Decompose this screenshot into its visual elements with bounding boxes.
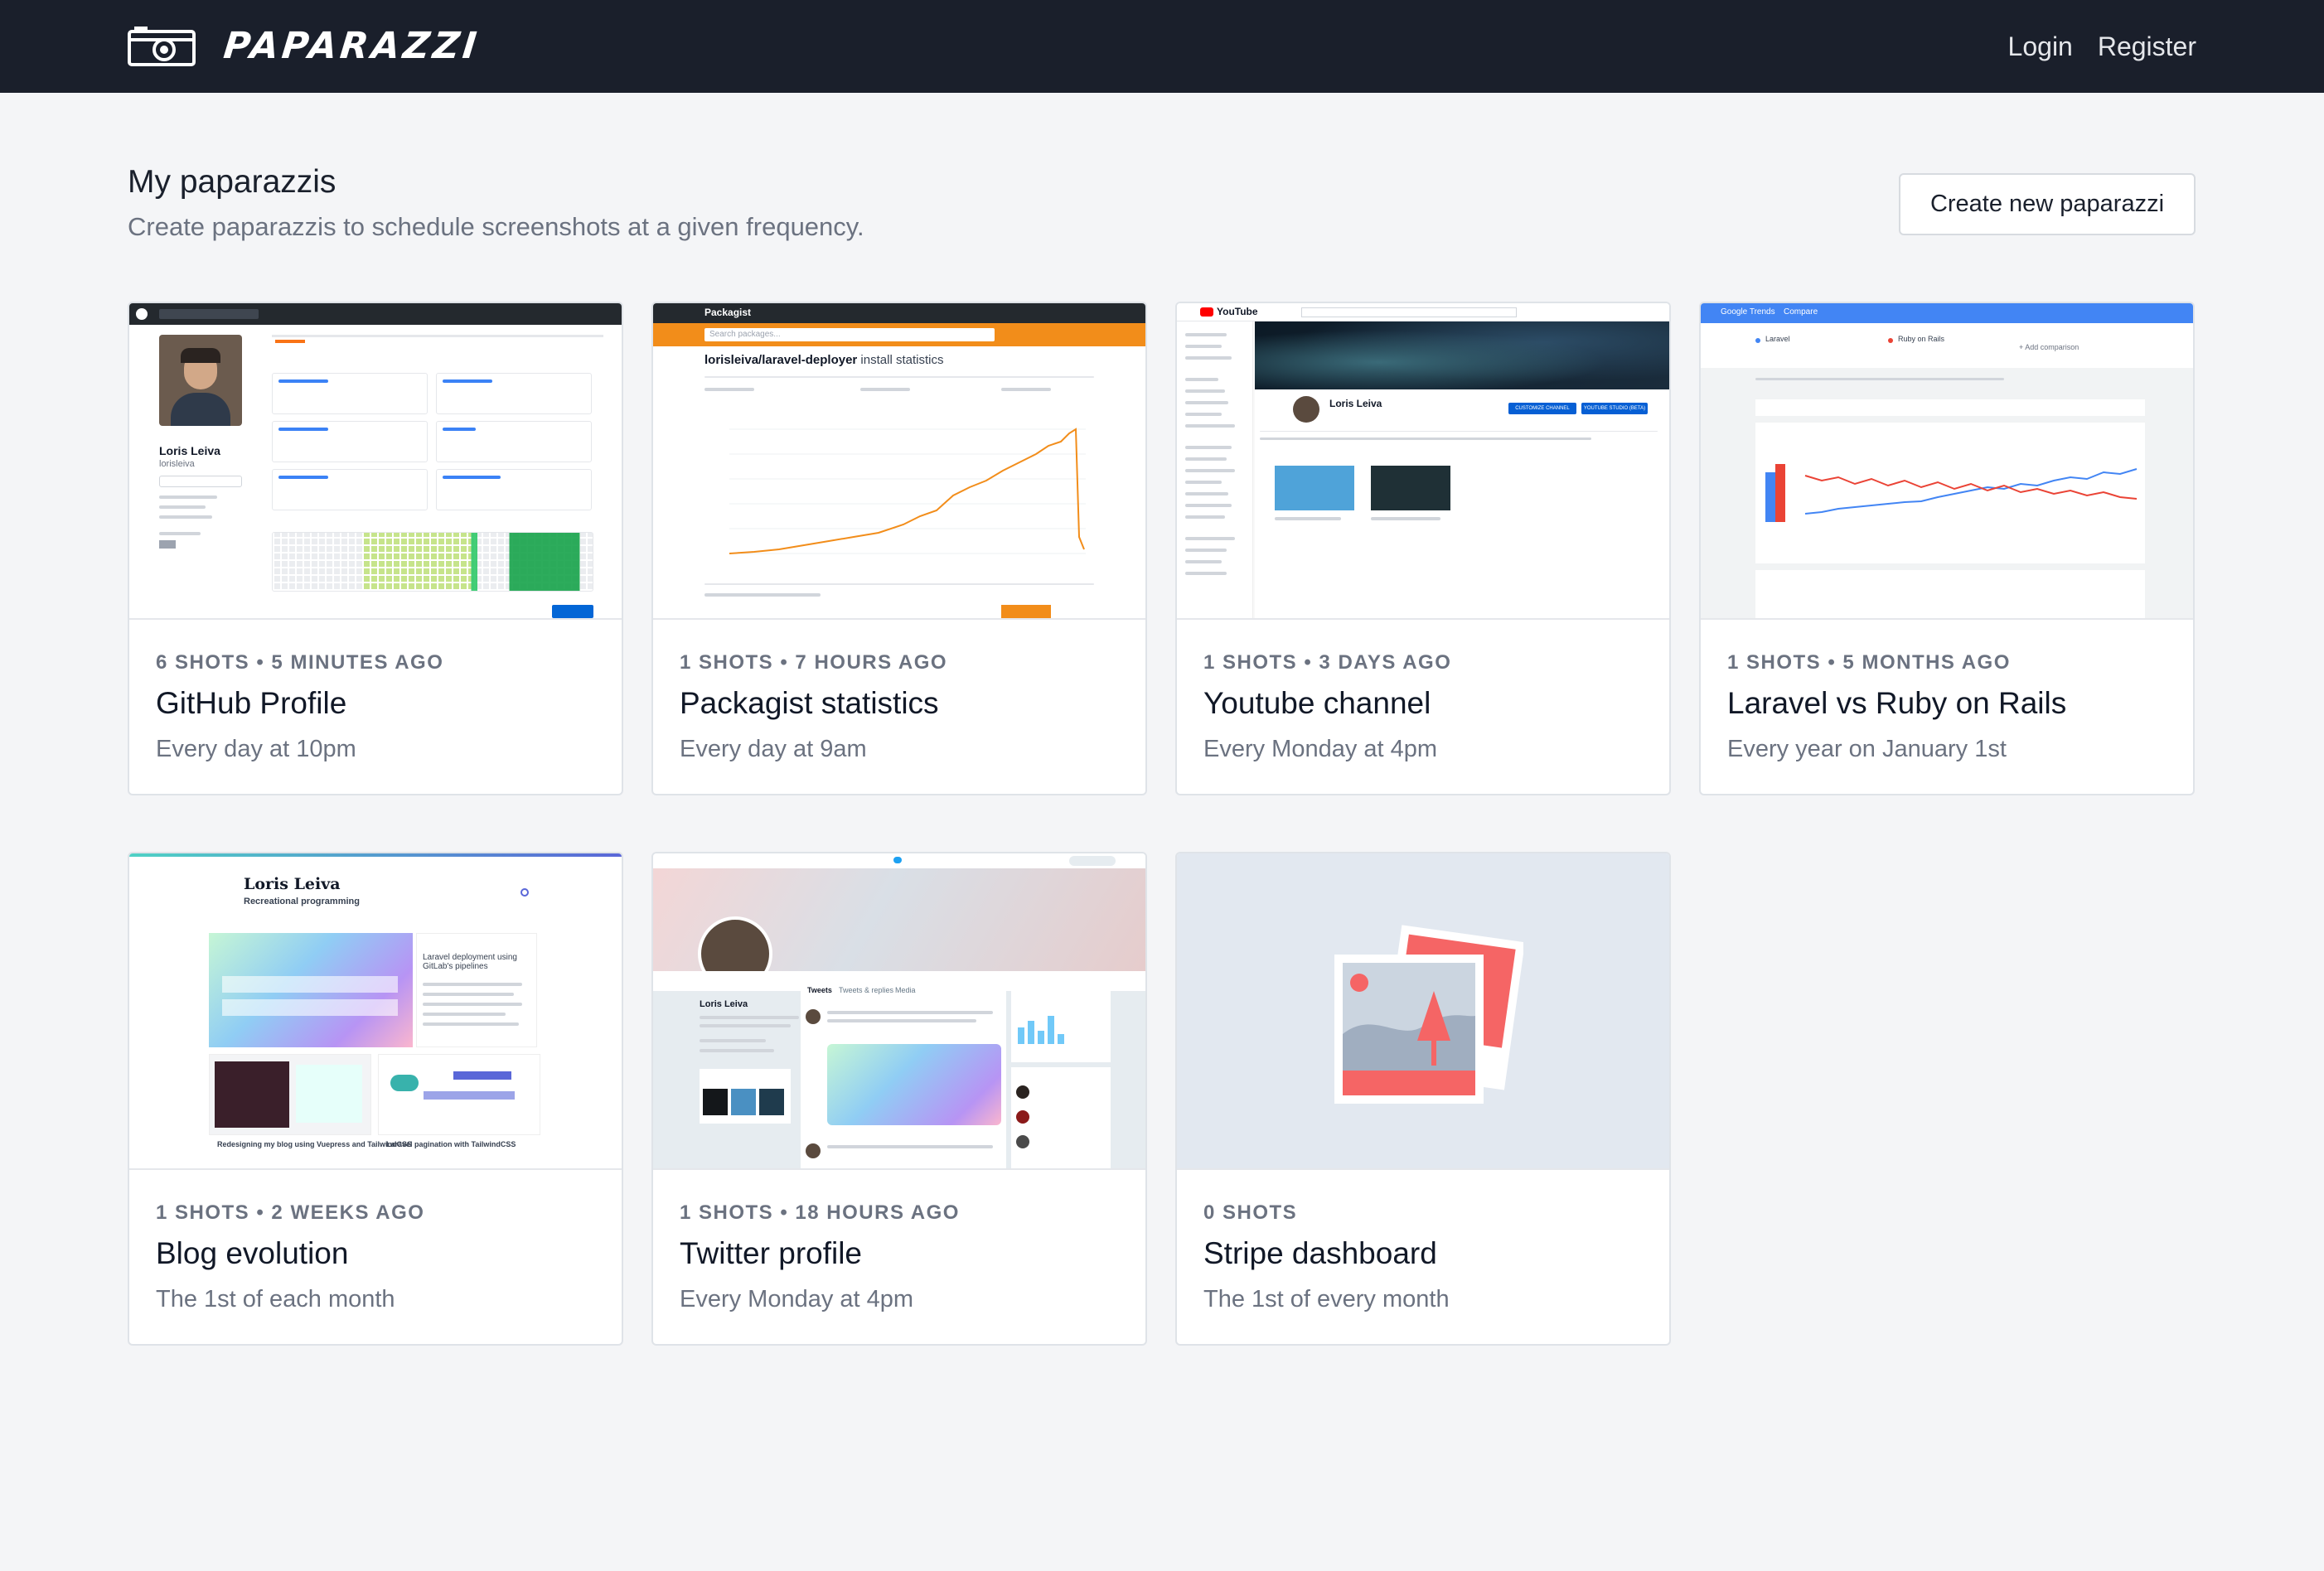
card-meta: 6 SHOTS • 5 MINUTES AGO [156,651,444,674]
trends-chart [1765,464,2138,522]
auth-nav: Login Register [2008,25,2196,68]
card-frequency: The 1st of each month [156,1286,395,1312]
app-logo[interactable]: PAPARAZZI [128,24,482,67]
page-title: My paparazzis [128,164,336,200]
card-title: Youtube channel [1203,686,1431,720]
card-thumbnail: Packagist Search packages... lorisleiva/… [653,303,1145,620]
avatar [159,335,242,426]
card-frequency: Every day at 9am [680,736,867,762]
paparazzi-card-youtube[interactable]: YouTube Loris Leiva CUSTOMIZE CHANNEL YO… [1175,302,1671,795]
create-paparazzi-button[interactable]: Create new paparazzi [1899,173,2196,235]
install-chart [729,428,1086,554]
card-title: Packagist statistics [680,686,939,720]
paparazzi-card-twitter[interactable]: Loris Leiva Tweets Tweets & replies Medi… [651,852,1147,1346]
card-meta: 0 SHOTS [1203,1201,1298,1224]
paparazzi-card-stripe[interactable]: 0 SHOTS Stripe dashboard The 1st of ever… [1175,852,1671,1346]
card-thumbnail: Google Trends Compare Laravel Ruby on Ra… [1701,303,2193,620]
card-frequency: Every Monday at 4pm [680,1286,914,1312]
card-frequency: Every Monday at 4pm [1203,736,1438,762]
card-meta: 1 SHOTS • 18 HOURS AGO [680,1201,960,1224]
contribution-graph [272,532,593,592]
card-title: GitHub Profile [156,686,347,720]
card-meta: 1 SHOTS • 3 DAYS AGO [1203,651,1452,674]
paparazzi-card-packagist[interactable]: Packagist Search packages... lorisleiva/… [651,302,1147,795]
card-thumbnail: YouTube Loris Leiva CUSTOMIZE CHANNEL YO… [1177,303,1669,620]
card-title: Stripe dashboard [1203,1236,1437,1270]
register-link[interactable]: Register [2098,25,2196,68]
image-placeholder-icon [1334,925,1523,1104]
card-frequency: Every year on January 1st [1727,736,2007,762]
card-title: Laravel vs Ruby on Rails [1727,686,2067,720]
card-frequency: The 1st of every month [1203,1286,1450,1312]
login-link[interactable]: Login [2008,25,2073,68]
paparazzi-card-blog[interactable]: Loris Leiva Recreational programming Lar… [128,852,623,1346]
card-title: Blog evolution [156,1236,349,1270]
channel-banner [1255,321,1669,389]
card-meta: 1 SHOTS • 5 MONTHS AGO [1727,651,2011,674]
paparazzi-card-trends[interactable]: Google Trends Compare Laravel Ruby on Ra… [1699,302,2195,795]
card-meta: 1 SHOTS • 7 HOURS AGO [680,651,948,674]
card-thumbnail [1177,853,1669,1170]
paparazzi-card-github[interactable]: Loris Leiva lorisleiva 6 SHOTS • 5 MINUT… [128,302,623,795]
card-title: Twitter profile [680,1236,863,1270]
top-navbar: PAPARAZZI Login Register [0,0,2324,93]
camera-icon [128,27,196,66]
card-meta: 1 SHOTS • 2 WEEKS AGO [156,1201,425,1224]
app-name: PAPARAZZI [221,24,482,67]
card-frequency: Every day at 10pm [156,736,356,762]
card-thumbnail: Loris Leiva Recreational programming Lar… [129,853,622,1170]
card-thumbnail: Loris Leiva Tweets Tweets & replies Medi… [653,853,1145,1170]
page-subtitle: Create paparazzis to schedule screenshot… [128,212,864,241]
card-thumbnail: Loris Leiva lorisleiva [129,303,622,620]
